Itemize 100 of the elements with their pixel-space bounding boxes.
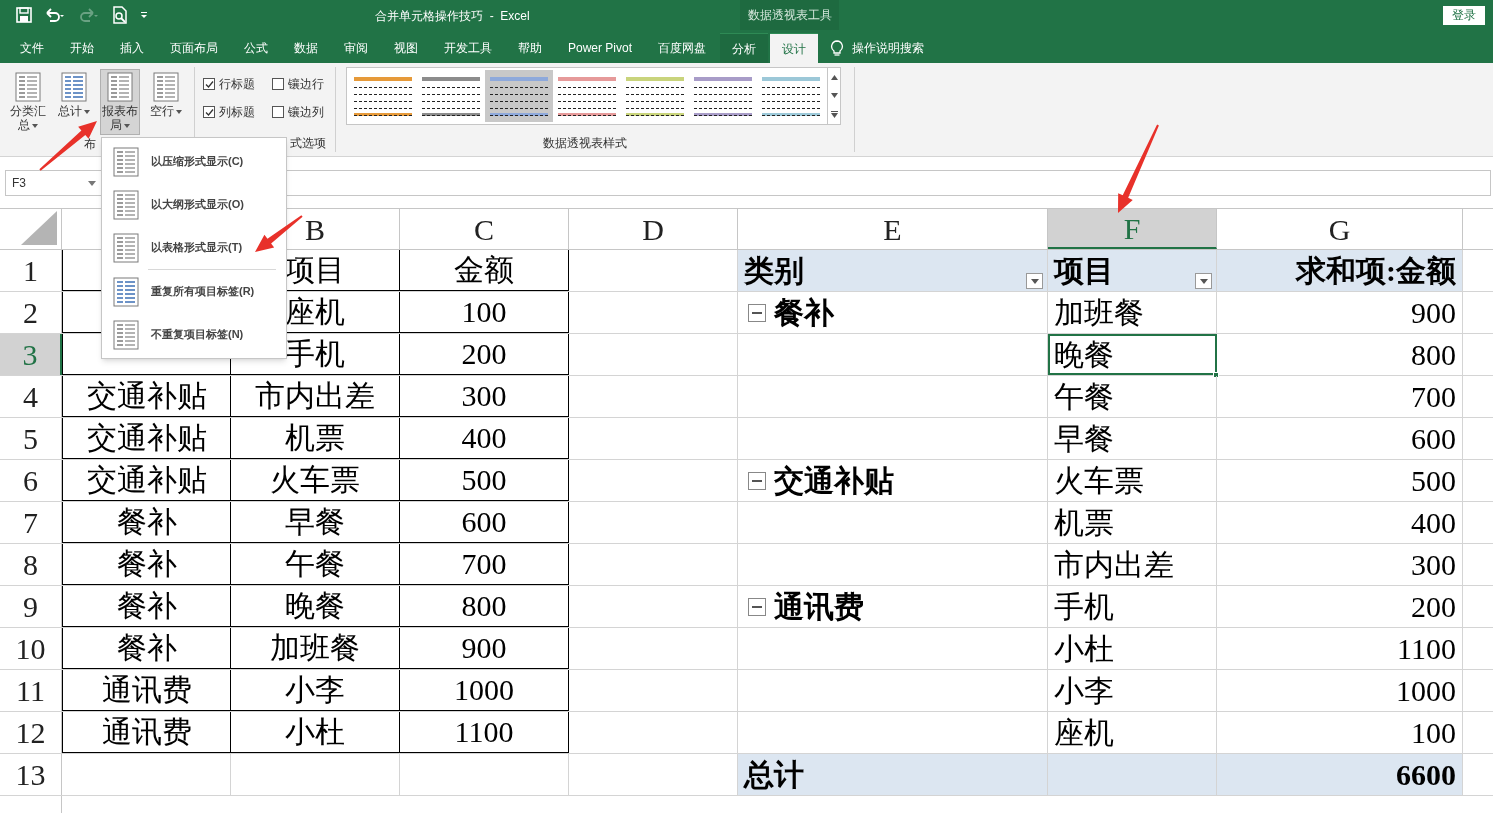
cell-text: 小杜	[285, 714, 345, 750]
pivot-cell-text: 200	[1411, 588, 1456, 625]
cell-text: 加班餐	[270, 630, 360, 666]
row-header[interactable]: 12	[0, 712, 62, 753]
menu-item[interactable]: 不重复项目标签(N)	[102, 313, 286, 356]
menu-tab[interactable]: 开发工具	[432, 33, 504, 63]
cell-text: 700	[461, 546, 507, 582]
table-layout-icon	[113, 146, 139, 177]
menu-tab[interactable]: 帮助	[506, 33, 554, 63]
cell-text: 市内出差	[255, 378, 375, 414]
table-style-swatch[interactable]	[485, 70, 553, 122]
ribbon-button[interactable]: 总计	[54, 69, 94, 135]
window-title: 合并单元格操作技巧 - Excel	[375, 8, 530, 25]
menu-tab[interactable]: 数据	[282, 33, 330, 63]
menu-tab[interactable]: 页面布局	[158, 33, 230, 63]
cell-text: 800	[461, 588, 507, 624]
grand-total-text: 6600	[1396, 756, 1456, 793]
menu-tab[interactable]: 公式	[232, 33, 280, 63]
cell-text: 项目	[285, 252, 345, 288]
row-header[interactable]: 1	[0, 250, 62, 291]
menu-tab[interactable]: 设计	[770, 33, 819, 63]
menu-tab[interactable]: 分析	[720, 33, 769, 63]
checkbox-label: 行标题	[219, 76, 255, 93]
pivot-cell-text: 1100	[1397, 630, 1456, 667]
collapse-toggle[interactable]	[748, 597, 766, 616]
sign-in-button[interactable]: 登录	[1443, 6, 1485, 25]
more-icon[interactable]	[830, 110, 838, 118]
scroll-down-icon[interactable]	[830, 92, 838, 98]
row-header[interactable]: 5	[0, 418, 62, 459]
print-preview-icon[interactable]	[112, 6, 128, 24]
filter-dropdown-button[interactable]	[1195, 273, 1212, 289]
pivot-cell-text: 600	[1411, 420, 1456, 457]
column-header[interactable]: D	[569, 209, 738, 249]
cell-text: 300	[461, 378, 507, 414]
cell-text: 500	[461, 462, 507, 498]
menu-tab[interactable]: 审阅	[332, 33, 380, 63]
checkbox-label: 列标题	[219, 104, 255, 121]
checkbox-label: 镶边列	[288, 104, 324, 121]
menu-tab[interactable]: 文件	[8, 33, 56, 63]
table-layout-icon	[113, 319, 139, 350]
checkbox[interactable]	[203, 106, 215, 118]
pivot-header-text: 求和项:金额	[1296, 252, 1456, 289]
row-header[interactable]: 6	[0, 460, 62, 501]
ribbon-button[interactable]: 分类汇总	[8, 69, 48, 135]
column-header[interactable]: G	[1217, 209, 1463, 249]
row-header[interactable]: 11	[0, 670, 62, 711]
menu-tab[interactable]: 视图	[382, 33, 430, 63]
row-header[interactable]: 9	[0, 586, 62, 627]
cell-text: 1100	[454, 714, 514, 750]
menu-item[interactable]: 以压缩形式显示(C)	[102, 140, 286, 183]
save-icon[interactable]	[16, 7, 32, 23]
pivot-cell-text: 市内出差	[1054, 546, 1174, 583]
pivot-cell-text: 800	[1411, 336, 1456, 373]
pivot-cell-text: 餐补	[774, 294, 834, 331]
column-header[interactable]: C	[400, 209, 569, 249]
menu-item[interactable]: 重复所有项目标签(R)	[102, 270, 286, 313]
row-header[interactable]: 13	[0, 754, 62, 795]
row-header[interactable]: 10	[0, 628, 62, 669]
fill-handle[interactable]	[1213, 372, 1219, 378]
row-header[interactable]: 4	[0, 376, 62, 417]
scroll-up-icon[interactable]	[830, 74, 838, 80]
column-header[interactable]: F	[1048, 209, 1217, 249]
row-header[interactable]: 7	[0, 502, 62, 543]
collapse-toggle[interactable]	[748, 303, 766, 322]
cell-text: 200	[461, 336, 507, 372]
row-header[interactable]: 2	[0, 292, 62, 333]
menu-tab[interactable]: Power Pivot	[556, 33, 645, 63]
cell-text: 600	[461, 504, 507, 540]
table-layout-icon	[153, 72, 179, 102]
cell-text: 座机	[285, 294, 345, 330]
menu-tab[interactable]: 插入	[108, 33, 156, 63]
caret-icon	[32, 123, 38, 128]
cell-text: 通讯费	[101, 714, 192, 750]
checkbox[interactable]	[203, 78, 215, 90]
checkbox[interactable]	[272, 78, 284, 90]
ribbon-button[interactable]: 空行	[146, 69, 186, 135]
pivot-cell-text: 1000	[1396, 672, 1456, 709]
table-layout-icon	[61, 72, 87, 102]
caret-icon	[1199, 278, 1208, 284]
customize-icon[interactable]	[140, 11, 148, 19]
row-header[interactable]: 3	[0, 334, 62, 375]
checkbox[interactable]	[272, 106, 284, 118]
ribbon-button[interactable]: 报表布局	[100, 69, 140, 135]
row-header[interactable]: 8	[0, 544, 62, 585]
caret-icon	[176, 109, 182, 114]
menu-tab[interactable]: 百度网盘	[646, 33, 719, 63]
caret-icon	[1030, 278, 1039, 284]
table-layout-icon	[15, 72, 41, 102]
cell-text: 手机	[285, 336, 345, 372]
caret-icon	[84, 109, 90, 114]
tell-me-search[interactable]: 操作说明搜索	[852, 39, 925, 57]
undo-icon[interactable]	[44, 7, 66, 23]
collapse-toggle[interactable]	[748, 471, 766, 490]
table-layout-icon	[107, 72, 133, 102]
pivot-cell-text: 通讯费	[774, 588, 864, 625]
cell-text: 通讯费	[101, 672, 192, 708]
filter-dropdown-button[interactable]	[1026, 273, 1043, 289]
pivot-cell-text: 手机	[1054, 588, 1114, 625]
pivot-cell-text: 加班餐	[1054, 294, 1144, 331]
menu-tab[interactable]: 开始	[58, 33, 106, 63]
